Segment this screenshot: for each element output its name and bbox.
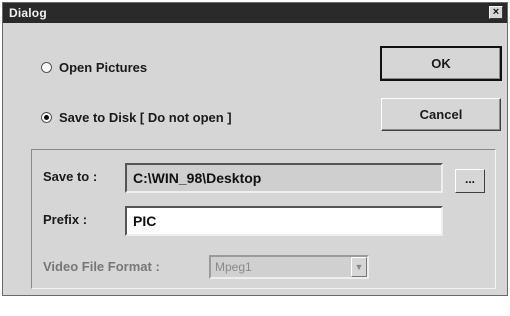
- window-title: Dialog: [9, 6, 47, 20]
- save-to-path-field[interactable]: C:\WIN_98\Desktop: [125, 163, 443, 193]
- close-button[interactable]: ×: [489, 6, 503, 19]
- save-to-disk-label: Save to Disk [ Do not open ]: [59, 110, 232, 125]
- video-file-format-label: Video File Format :: [43, 259, 160, 274]
- cancel-button[interactable]: Cancel: [381, 98, 501, 131]
- close-icon: ×: [492, 6, 500, 18]
- ok-button[interactable]: OK: [380, 46, 502, 81]
- title-bar[interactable]: Dialog ×: [3, 3, 507, 23]
- save-to-label: Save to :: [43, 169, 98, 184]
- video-format-select: Mpeg1 ▼: [209, 255, 369, 279]
- save-to-disk-radio[interactable]: [41, 112, 52, 123]
- prefix-label: Prefix :: [43, 212, 88, 227]
- video-format-value: Mpeg1: [215, 260, 252, 274]
- open-pictures-radio[interactable]: [41, 62, 52, 73]
- open-pictures-option[interactable]: Open Pictures: [41, 60, 147, 75]
- prefix-input[interactable]: PIC: [125, 206, 443, 236]
- browse-button[interactable]: ...: [455, 169, 485, 193]
- dialog-window: Dialog × Open Pictures Save to Disk [ Do…: [2, 2, 508, 296]
- chevron-down-icon: ▼: [351, 257, 367, 277]
- open-pictures-label: Open Pictures: [59, 60, 148, 75]
- save-to-disk-option[interactable]: Save to Disk [ Do not open ]: [41, 110, 232, 125]
